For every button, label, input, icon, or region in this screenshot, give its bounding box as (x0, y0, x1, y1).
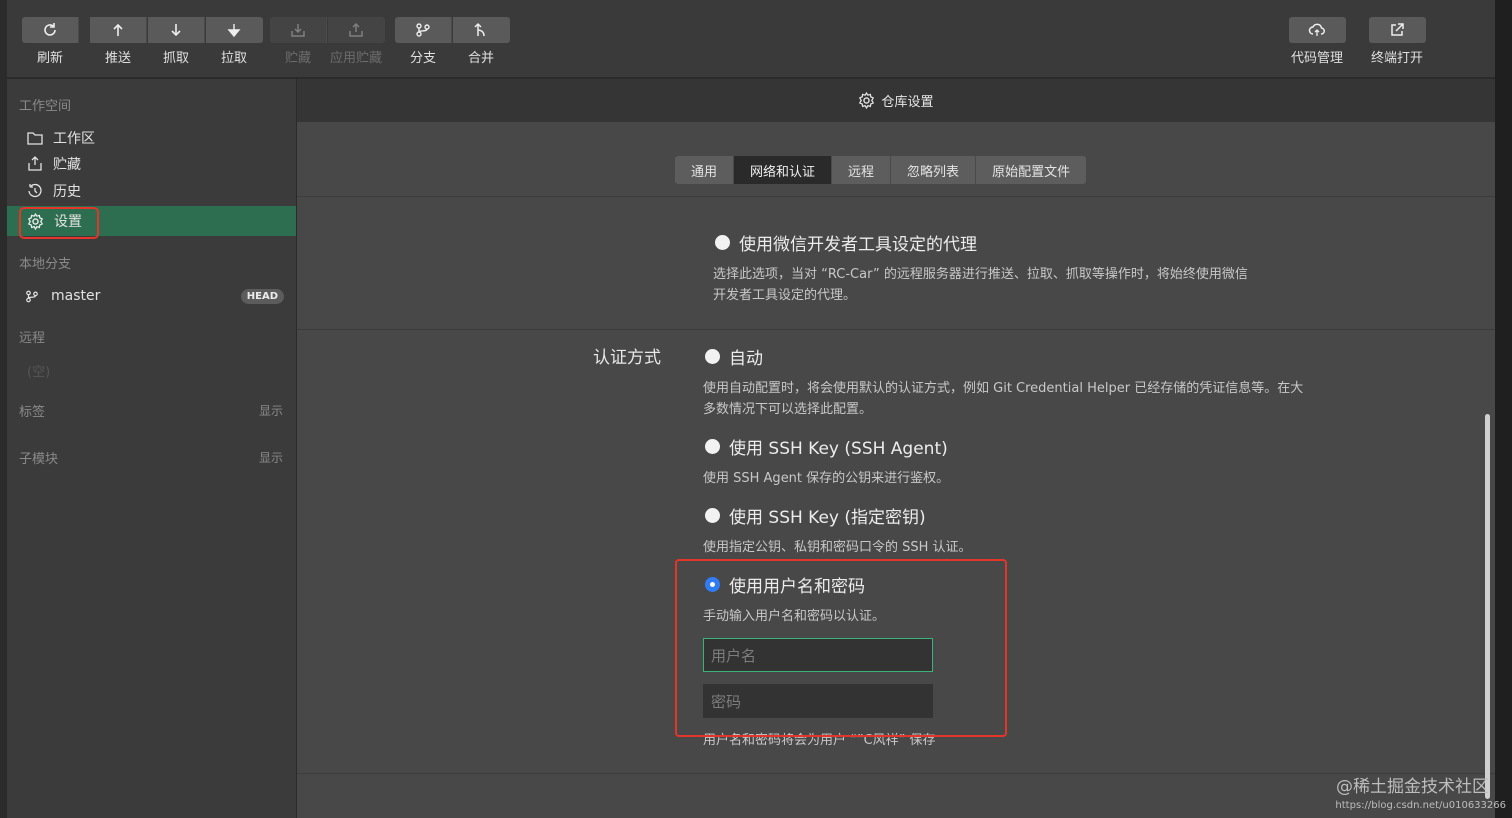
auth-ssh-key-description: 使用指定公钥、私钥和密码口令的 SSH 认证。 (703, 540, 972, 555)
auth-auto-description: 使用自动配置时，将会使用默认的认证方式，例如 Git Credential He… (703, 381, 1304, 417)
auth-option-label: 使用 SSH Key (SSH Agent) (729, 439, 948, 459)
sidebar-item-label: 工作区 (53, 131, 95, 147)
branch-item-master[interactable]: master HEAD (7, 283, 296, 309)
auth-highlight-outline (675, 559, 1007, 737)
source-url-text: https://blog.csdn.net/u010633266 (1335, 800, 1506, 811)
vertical-scrollbar[interactable] (1485, 414, 1490, 799)
auth-ssh-agent-description: 使用 SSH Agent 保存的公钥来进行鉴权。 (703, 471, 950, 486)
branch-button[interactable]: 分支 (394, 17, 452, 66)
auth-option-ssh-agent[interactable]: 使用 SSH Key (SSH Agent) (705, 434, 948, 459)
main-header: 仓库设置 (297, 79, 1495, 122)
fetch-icon (170, 24, 181, 37)
section-divider (297, 329, 1495, 330)
tags-show-toggle[interactable]: 显示 (259, 402, 283, 419)
tab-general[interactable]: 通用 (675, 156, 735, 184)
branch-name: master (51, 288, 101, 304)
proxy-description: 选择此选项，当对 “RC-Car” 的远程服务器进行推送、拉取、抓取等操作时，将… (713, 267, 1248, 303)
proxy-radio[interactable] (715, 235, 730, 250)
sidebar-item-stash[interactable]: 贮藏 (7, 151, 296, 177)
pull-button[interactable]: 拉取 (205, 17, 263, 66)
submodules-section-title: 子模块 (19, 452, 59, 467)
sidebar: 工作空间 工作区 贮藏 历史 设置 本地分支 master HEAD 远程 (空… (7, 79, 296, 818)
tab-raw-config[interactable]: 原始配置文件 (976, 156, 1087, 184)
auth-ssh-key-radio[interactable] (705, 508, 720, 523)
sidebar-item-label: 历史 (53, 184, 81, 200)
branch-icon (26, 290, 38, 302)
auth-option-auto[interactable]: 自动 (705, 344, 763, 369)
sidebar-item-workspace[interactable]: 工作区 (7, 125, 296, 151)
tab-ignore-list[interactable]: 忽略列表 (891, 156, 977, 184)
push-button[interactable]: 推送 (89, 17, 147, 66)
push-icon (112, 23, 123, 36)
sidebar-item-label: 贮藏 (53, 157, 81, 173)
folder-icon (27, 132, 43, 145)
watermark-text: @稀土掘金技术社区 (1336, 777, 1489, 797)
refresh-button[interactable]: 刷新 (21, 17, 79, 66)
remote-section-title: 远程 (19, 331, 46, 346)
merge-button[interactable]: 合并 (452, 17, 510, 66)
pull-icon (227, 24, 241, 38)
auth-option-label: 自动 (729, 349, 763, 369)
stash-icon (290, 24, 305, 37)
sidebar-item-history[interactable]: 历史 (7, 178, 296, 204)
main-panel: 仓库设置 通用 网络和认证 远程 忽略列表 原始配置文件 使用微信开发者工具设定… (297, 79, 1495, 818)
auth-method-label: 认证方式 (593, 348, 661, 368)
external-link-icon (1391, 23, 1404, 36)
auth-option-label: 使用 SSH Key (指定密钥) (729, 508, 926, 528)
toolbar-group-stash: 贮藏 应用贮藏 (269, 17, 385, 66)
proxy-option-label: 使用微信开发者工具设定的代理 (739, 235, 977, 255)
toolbar-group-terminal: 终端打开 (1368, 17, 1426, 66)
tab-network-auth[interactable]: 网络和认证 (734, 156, 833, 184)
stash-button[interactable]: 贮藏 (269, 17, 327, 66)
submodules-show-toggle[interactable]: 显示 (259, 449, 283, 466)
branch-icon (415, 23, 430, 37)
settings-tabs: 通用 网络和认证 远程 忽略列表 原始配置文件 (675, 156, 1087, 184)
stash-icon (28, 156, 42, 171)
cloud-icon (1308, 23, 1325, 36)
fetch-button[interactable]: 抓取 (147, 17, 205, 66)
settings-highlight-outline (19, 207, 99, 239)
page-title: 仓库设置 (881, 95, 934, 110)
tab-remote[interactable]: 远程 (832, 156, 892, 184)
auth-auto-radio[interactable] (705, 349, 720, 364)
local-branches-section-title: 本地分支 (19, 257, 72, 272)
open-terminal-button[interactable]: 终端打开 (1368, 17, 1426, 66)
remote-empty-text: (空) (27, 365, 51, 380)
refresh-icon (43, 23, 56, 36)
auth-option-ssh-key[interactable]: 使用 SSH Key (指定密钥) (705, 503, 926, 528)
apply-stash-icon (349, 22, 363, 37)
history-icon (28, 183, 42, 198)
merge-icon (474, 22, 485, 37)
code-management-button[interactable]: 代码管理 (1288, 17, 1346, 66)
head-badge: HEAD (240, 289, 284, 304)
section-divider (297, 773, 1495, 774)
toolbar-group-sync: 刷新 推送 抓取 拉取 (21, 17, 263, 66)
toolbar-group-code: 代码管理 (1288, 17, 1346, 66)
workspace-section-title: 工作空间 (19, 99, 72, 114)
apply-stash-button[interactable]: 应用贮藏 (327, 17, 385, 66)
tabs-area: 通用 网络和认证 远程 忽略列表 原始配置文件 (297, 122, 1495, 197)
toolbar: 刷新 推送 抓取 拉取 贮藏 应用贮藏 分支 合并 代码管理 终端打开 (7, 0, 1495, 78)
proxy-option[interactable]: 使用微信开发者工具设定的代理 (715, 230, 977, 255)
auth-ssh-agent-radio[interactable] (705, 439, 720, 454)
toolbar-group-branch: 分支 合并 (394, 17, 510, 66)
tags-section-title: 标签 (19, 405, 46, 420)
window-edge (1495, 0, 1512, 818)
gear-icon (859, 92, 875, 109)
